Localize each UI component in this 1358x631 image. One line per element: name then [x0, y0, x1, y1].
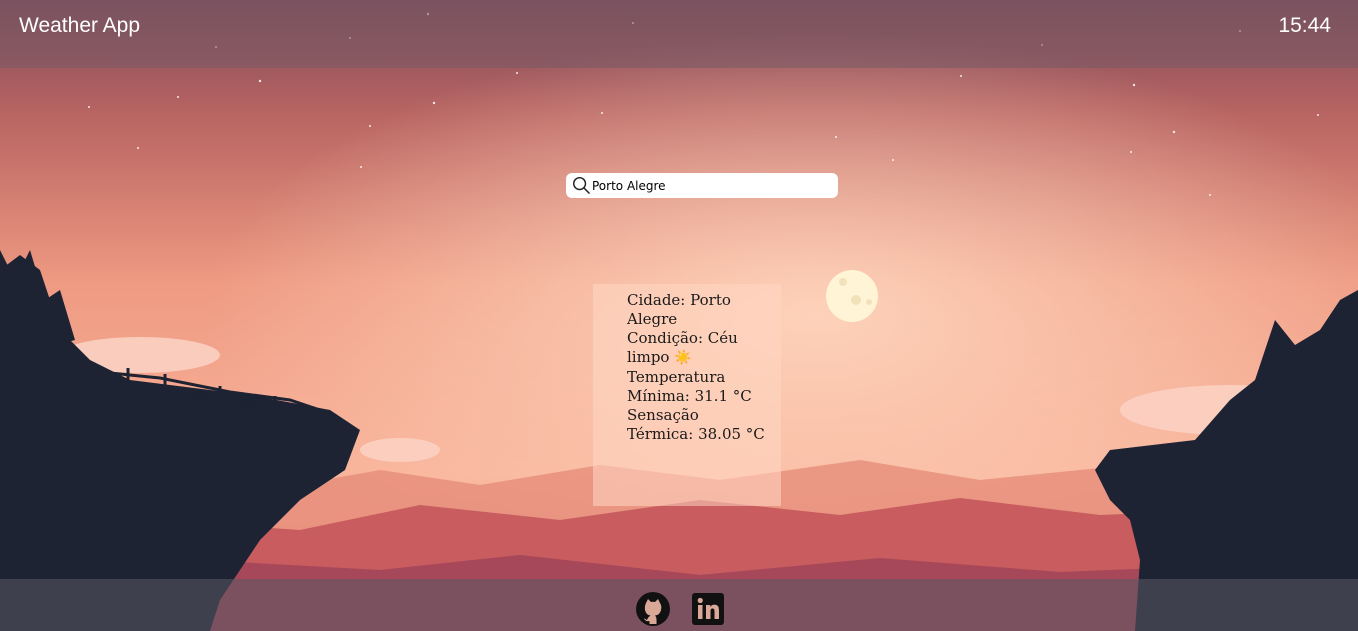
city-label: Cidade: [627, 291, 686, 309]
app-header: Weather App 15:44 [0, 0, 1358, 68]
feels-like-line: Sensação Térmica: 38.05 °C [627, 406, 767, 444]
sun-icon: ☀️ [674, 350, 692, 366]
search-icon[interactable] [572, 176, 591, 195]
linkedin-link[interactable] [690, 591, 726, 627]
min-temp-line: Temperatura Mínima: 31.1 °C [627, 368, 767, 406]
weather-info-card: Cidade: Porto Alegre Condição: Céu limpo… [593, 284, 781, 506]
feels-like-label: Sensação Térmica: [627, 406, 699, 443]
github-link[interactable] [635, 591, 671, 627]
condition-label: Condição: [627, 329, 703, 347]
city-line: Cidade: Porto Alegre [627, 291, 767, 329]
linkedin-icon [692, 593, 724, 625]
app-footer [0, 579, 1358, 631]
clock: 15:44 [1278, 14, 1331, 37]
app-title: Weather App [19, 14, 141, 37]
min-temp-value: 31.1 °C [694, 387, 752, 405]
city-search-input[interactable] [592, 173, 832, 198]
feels-like-value: 38.05 °C [698, 425, 765, 443]
condition-line: Condição: Céu limpo ☀️ [627, 329, 767, 368]
search-bar[interactable] [566, 173, 838, 198]
github-icon [636, 592, 670, 626]
